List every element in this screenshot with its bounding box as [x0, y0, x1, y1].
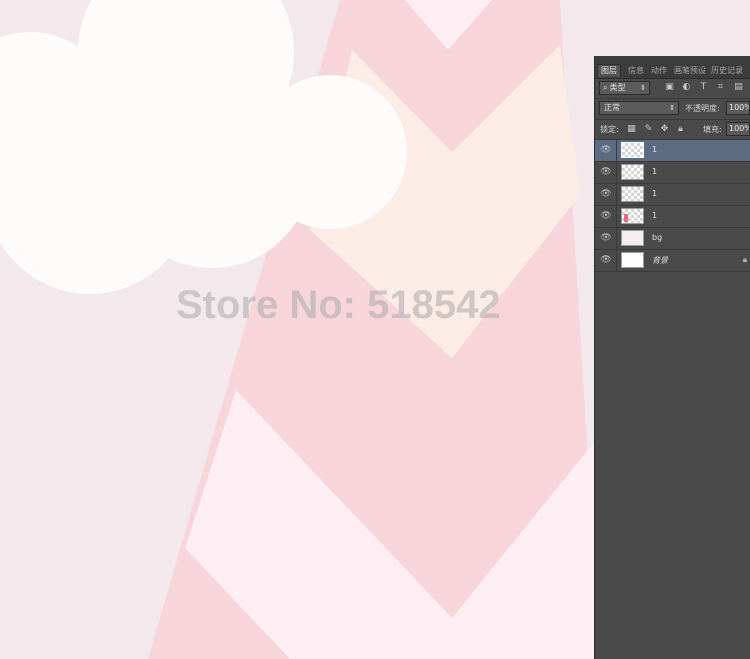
lock-transparent-pixels-icon[interactable]: ▦ [626, 124, 637, 135]
layer-name[interactable]: 1 [652, 211, 657, 220]
lock-label: 锁定: [600, 125, 619, 134]
layer-thumbnail [621, 252, 644, 268]
tab-actions[interactable]: 动作 [651, 65, 667, 76]
layer-thumbnail [621, 164, 644, 180]
layers-panel: 图层 信息 动作 画笔预设 历史记录 ⌕ 类型 ⇕ ▣ ◐ T ⌗ ▤ 正常 ⇕ … [594, 56, 750, 659]
type-filter-icon[interactable]: T [698, 82, 709, 93]
eye-icon[interactable]: 👁︎ [600, 255, 612, 266]
eye-icon[interactable]: 👁︎ [600, 189, 612, 200]
smart-object-filter-icon[interactable]: ▤ [733, 82, 744, 93]
divider [616, 250, 617, 271]
opacity-label: 不透明度: [685, 104, 720, 113]
divider [595, 98, 750, 99]
layer-name[interactable]: bg [652, 233, 662, 242]
blend-mode-select[interactable]: 正常 ⇕ [599, 101, 679, 115]
divider [616, 228, 617, 249]
opacity-input[interactable]: 100% [726, 101, 750, 115]
divider [616, 140, 617, 161]
spin-arrows-icon: ⇕ [640, 84, 646, 92]
tab-layers[interactable]: 图层 [597, 64, 621, 77]
layer-thumbnail [621, 230, 644, 246]
layer-name[interactable]: 1 [652, 145, 657, 154]
adjustment-filter-icon[interactable]: ◐ [681, 82, 692, 93]
layer-name[interactable]: 1 [652, 189, 657, 198]
eye-icon[interactable]: 👁︎ [600, 167, 612, 178]
layer-row[interactable]: 👁︎ 1 [595, 162, 750, 184]
tab-info[interactable]: 信息 [628, 65, 644, 76]
layer-thumbnail [621, 186, 644, 202]
eye-icon[interactable]: 👁︎ [600, 145, 612, 156]
divider [616, 206, 617, 227]
image-filter-icon[interactable]: ▣ [664, 82, 675, 93]
lock-all-icon[interactable]: 🔒︎ [675, 124, 686, 135]
layer-filter-row: ⌕ 类型 ⇕ ▣ ◐ T ⌗ ▤ [595, 80, 750, 98]
search-icon: ⌕ [603, 83, 608, 92]
fill-input[interactable]: 100% [726, 122, 750, 136]
tab-brush-presets[interactable]: 画笔预设 [674, 65, 706, 76]
lock-row: 锁定: ▦ ✎ ✥ 🔒︎ 填充: 100% [595, 122, 750, 138]
panel-tab-bar: 图层 信息 动作 画笔预设 历史记录 [595, 56, 750, 79]
blend-row: 正常 ⇕ 不透明度: 100% [595, 100, 750, 118]
divider [616, 184, 617, 205]
layer-thumbnail [621, 208, 644, 224]
layer-thumbnail [621, 142, 644, 158]
divider [616, 162, 617, 183]
lock-image-pixels-icon[interactable]: ✎ [643, 124, 654, 135]
layer-row[interactable]: 👁︎ 1 [595, 206, 750, 228]
eye-icon[interactable]: 👁︎ [600, 233, 612, 244]
lock-icon: 🔒︎ [742, 255, 747, 264]
store-watermark: Store No: 518542 [176, 283, 501, 327]
divider [595, 119, 750, 120]
filter-kind-select[interactable]: ⌕ 类型 ⇕ [599, 81, 650, 95]
layer-row[interactable]: 👁︎ bg [595, 228, 750, 250]
spin-arrows-icon: ⇕ [669, 104, 675, 112]
layer-name[interactable]: 1 [652, 167, 657, 176]
layer-row[interactable]: 👁︎ 1 [595, 140, 750, 162]
lock-position-icon[interactable]: ✥ [659, 124, 670, 135]
layer-row[interactable]: 👁︎ 1 [595, 184, 750, 206]
tab-history[interactable]: 历史记录 [711, 65, 743, 76]
filter-kind-label: 类型 [609, 83, 626, 92]
shape-filter-icon[interactable]: ⌗ [715, 82, 726, 93]
eye-icon[interactable]: 👁︎ [600, 211, 612, 222]
layer-row[interactable]: 👁︎ 背景 🔒︎ [595, 250, 750, 272]
layer-name[interactable]: 背景 [652, 255, 668, 266]
layer-list: 👁︎ 1 👁︎ 1 👁︎ 1 👁︎ 1 👁︎ bg 👁︎ 背景 🔒︎ [595, 140, 750, 272]
fill-label: 填充: [703, 125, 722, 134]
blend-mode-value: 正常 [604, 103, 620, 112]
